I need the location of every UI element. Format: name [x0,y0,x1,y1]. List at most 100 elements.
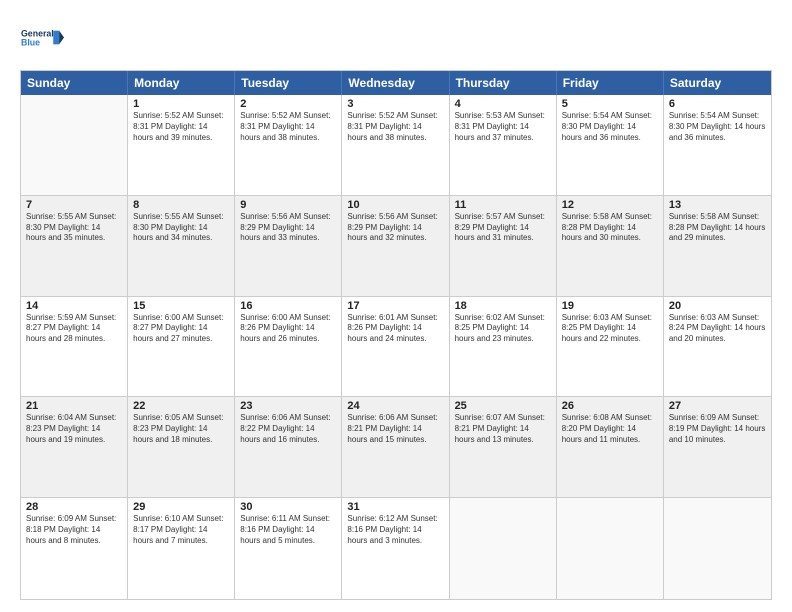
logo-image: General Blue [20,16,64,60]
day-info: Sunrise: 5:57 AM Sunset: 8:29 PM Dayligh… [455,212,551,244]
calendar-cell [450,498,557,599]
day-info: Sunrise: 5:58 AM Sunset: 8:28 PM Dayligh… [562,212,658,244]
day-info: Sunrise: 6:06 AM Sunset: 8:21 PM Dayligh… [347,413,443,445]
calendar: SundayMondayTuesdayWednesdayThursdayFrid… [20,70,772,600]
day-info: Sunrise: 6:00 AM Sunset: 8:26 PM Dayligh… [240,313,336,345]
day-info: Sunrise: 5:55 AM Sunset: 8:30 PM Dayligh… [133,212,229,244]
calendar-cell: 17Sunrise: 6:01 AM Sunset: 8:26 PM Dayli… [342,297,449,397]
day-number: 11 [455,199,551,211]
calendar-cell: 12Sunrise: 5:58 AM Sunset: 8:28 PM Dayli… [557,196,664,296]
day-number: 5 [562,98,658,110]
calendar-cell [557,498,664,599]
svg-text:Blue: Blue [21,37,40,47]
calendar-cell: 4Sunrise: 5:53 AM Sunset: 8:31 PM Daylig… [450,95,557,195]
calendar-cell: 7Sunrise: 5:55 AM Sunset: 8:30 PM Daylig… [21,196,128,296]
day-number: 25 [455,400,551,412]
calendar-cell: 2Sunrise: 5:52 AM Sunset: 8:31 PM Daylig… [235,95,342,195]
day-number: 12 [562,199,658,211]
day-number: 15 [133,300,229,312]
page: General Blue SundayMondayTuesdayWednesda… [0,0,792,612]
day-number: 9 [240,199,336,211]
day-info: Sunrise: 6:01 AM Sunset: 8:26 PM Dayligh… [347,313,443,345]
calendar-cell: 27Sunrise: 6:09 AM Sunset: 8:19 PM Dayli… [664,397,771,497]
day-number: 1 [133,98,229,110]
day-number: 24 [347,400,443,412]
day-number: 22 [133,400,229,412]
weekday-header: Sunday [21,71,128,95]
day-info: Sunrise: 6:08 AM Sunset: 8:20 PM Dayligh… [562,413,658,445]
calendar-cell: 21Sunrise: 6:04 AM Sunset: 8:23 PM Dayli… [21,397,128,497]
day-info: Sunrise: 6:06 AM Sunset: 8:22 PM Dayligh… [240,413,336,445]
calendar-cell: 8Sunrise: 5:55 AM Sunset: 8:30 PM Daylig… [128,196,235,296]
calendar-week: 21Sunrise: 6:04 AM Sunset: 8:23 PM Dayli… [21,397,771,498]
day-number: 3 [347,98,443,110]
calendar-week: 14Sunrise: 5:59 AM Sunset: 8:27 PM Dayli… [21,297,771,398]
day-number: 8 [133,199,229,211]
calendar-header: SundayMondayTuesdayWednesdayThursdayFrid… [21,71,771,95]
calendar-week: 7Sunrise: 5:55 AM Sunset: 8:30 PM Daylig… [21,196,771,297]
day-number: 13 [669,199,766,211]
calendar-cell: 30Sunrise: 6:11 AM Sunset: 8:16 PM Dayli… [235,498,342,599]
day-info: Sunrise: 5:53 AM Sunset: 8:31 PM Dayligh… [455,111,551,143]
calendar-cell: 16Sunrise: 6:00 AM Sunset: 8:26 PM Dayli… [235,297,342,397]
day-number: 7 [26,199,122,211]
day-number: 20 [669,300,766,312]
calendar-week: 1Sunrise: 5:52 AM Sunset: 8:31 PM Daylig… [21,95,771,196]
day-number: 31 [347,501,443,513]
day-info: Sunrise: 5:52 AM Sunset: 8:31 PM Dayligh… [347,111,443,143]
calendar-cell: 31Sunrise: 6:12 AM Sunset: 8:16 PM Dayli… [342,498,449,599]
calendar-cell: 13Sunrise: 5:58 AM Sunset: 8:28 PM Dayli… [664,196,771,296]
calendar-cell: 22Sunrise: 6:05 AM Sunset: 8:23 PM Dayli… [128,397,235,497]
day-info: Sunrise: 5:56 AM Sunset: 8:29 PM Dayligh… [240,212,336,244]
calendar-cell: 18Sunrise: 6:02 AM Sunset: 8:25 PM Dayli… [450,297,557,397]
weekday-header: Friday [557,71,664,95]
day-info: Sunrise: 5:52 AM Sunset: 8:31 PM Dayligh… [133,111,229,143]
day-info: Sunrise: 6:03 AM Sunset: 8:25 PM Dayligh… [562,313,658,345]
day-info: Sunrise: 6:04 AM Sunset: 8:23 PM Dayligh… [26,413,122,445]
calendar-cell [21,95,128,195]
day-number: 16 [240,300,336,312]
day-info: Sunrise: 6:00 AM Sunset: 8:27 PM Dayligh… [133,313,229,345]
day-number: 10 [347,199,443,211]
day-number: 26 [562,400,658,412]
calendar-cell [664,498,771,599]
day-info: Sunrise: 6:05 AM Sunset: 8:23 PM Dayligh… [133,413,229,445]
weekday-header: Wednesday [342,71,449,95]
day-info: Sunrise: 5:55 AM Sunset: 8:30 PM Dayligh… [26,212,122,244]
day-info: Sunrise: 5:58 AM Sunset: 8:28 PM Dayligh… [669,212,766,244]
day-info: Sunrise: 6:09 AM Sunset: 8:18 PM Dayligh… [26,514,122,546]
day-number: 27 [669,400,766,412]
day-info: Sunrise: 5:59 AM Sunset: 8:27 PM Dayligh… [26,313,122,345]
calendar-cell: 26Sunrise: 6:08 AM Sunset: 8:20 PM Dayli… [557,397,664,497]
calendar-cell: 1Sunrise: 5:52 AM Sunset: 8:31 PM Daylig… [128,95,235,195]
calendar-cell: 14Sunrise: 5:59 AM Sunset: 8:27 PM Dayli… [21,297,128,397]
day-number: 4 [455,98,551,110]
day-info: Sunrise: 5:52 AM Sunset: 8:31 PM Dayligh… [240,111,336,143]
calendar-cell: 19Sunrise: 6:03 AM Sunset: 8:25 PM Dayli… [557,297,664,397]
day-info: Sunrise: 6:09 AM Sunset: 8:19 PM Dayligh… [669,413,766,445]
day-number: 30 [240,501,336,513]
day-info: Sunrise: 6:03 AM Sunset: 8:24 PM Dayligh… [669,313,766,345]
calendar-cell: 24Sunrise: 6:06 AM Sunset: 8:21 PM Dayli… [342,397,449,497]
day-info: Sunrise: 6:10 AM Sunset: 8:17 PM Dayligh… [133,514,229,546]
day-number: 17 [347,300,443,312]
day-info: Sunrise: 5:54 AM Sunset: 8:30 PM Dayligh… [562,111,658,143]
calendar-cell: 23Sunrise: 6:06 AM Sunset: 8:22 PM Dayli… [235,397,342,497]
day-info: Sunrise: 5:54 AM Sunset: 8:30 PM Dayligh… [669,111,766,143]
day-number: 29 [133,501,229,513]
calendar-body: 1Sunrise: 5:52 AM Sunset: 8:31 PM Daylig… [21,95,771,599]
day-number: 18 [455,300,551,312]
weekday-header: Saturday [664,71,771,95]
day-number: 2 [240,98,336,110]
calendar-cell: 25Sunrise: 6:07 AM Sunset: 8:21 PM Dayli… [450,397,557,497]
day-number: 14 [26,300,122,312]
calendar-cell: 10Sunrise: 5:56 AM Sunset: 8:29 PM Dayli… [342,196,449,296]
day-number: 19 [562,300,658,312]
day-number: 6 [669,98,766,110]
day-info: Sunrise: 6:11 AM Sunset: 8:16 PM Dayligh… [240,514,336,546]
calendar-cell: 5Sunrise: 5:54 AM Sunset: 8:30 PM Daylig… [557,95,664,195]
calendar-cell: 20Sunrise: 6:03 AM Sunset: 8:24 PM Dayli… [664,297,771,397]
day-info: Sunrise: 5:56 AM Sunset: 8:29 PM Dayligh… [347,212,443,244]
weekday-header: Tuesday [235,71,342,95]
calendar-cell: 9Sunrise: 5:56 AM Sunset: 8:29 PM Daylig… [235,196,342,296]
